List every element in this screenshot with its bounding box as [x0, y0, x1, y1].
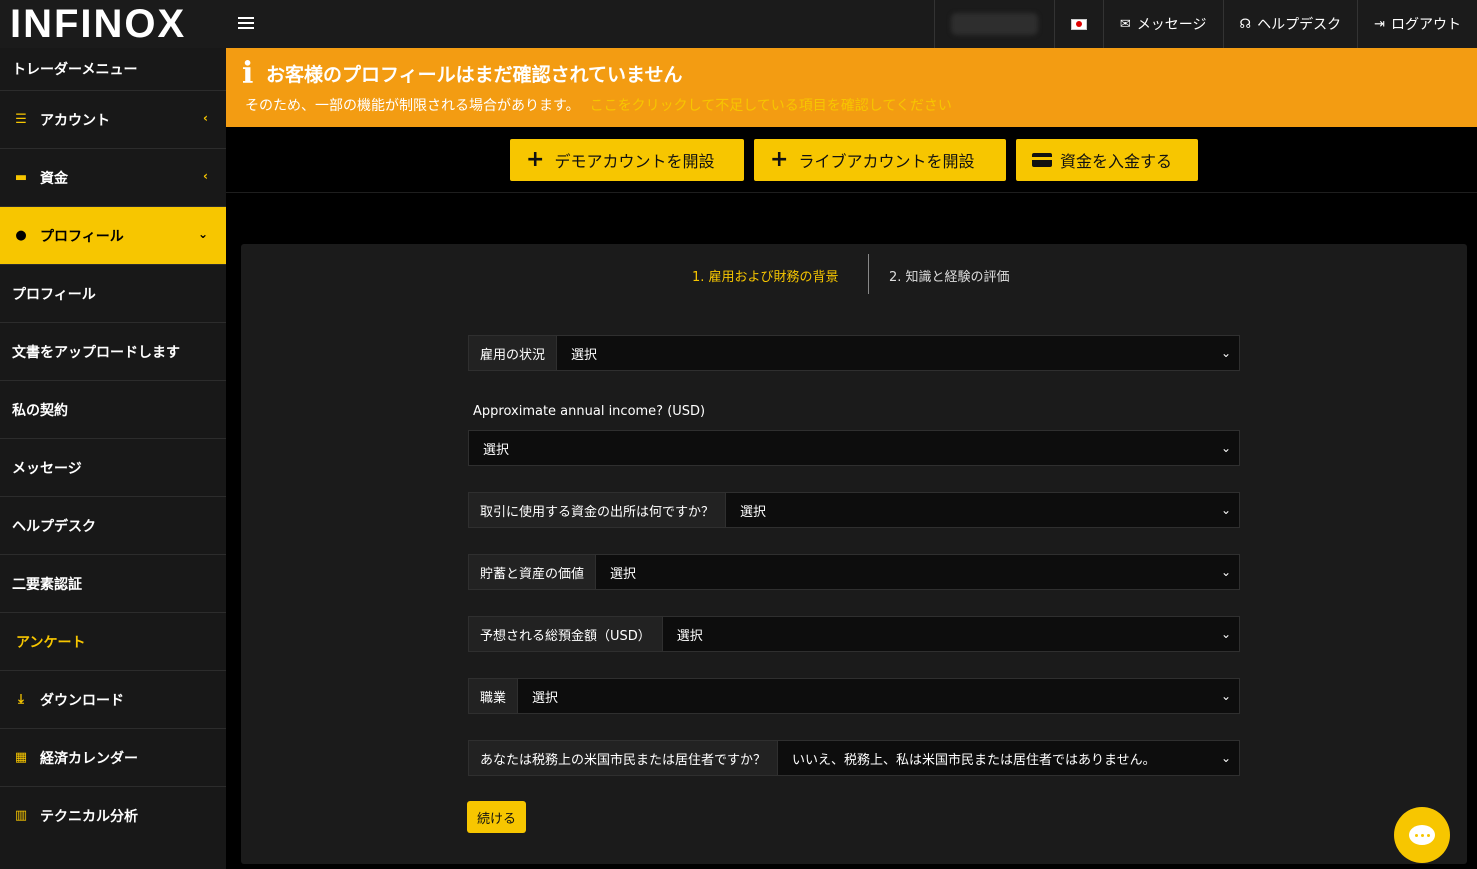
sidebar-item-upload-documents[interactable]: 文書をアップロードします: [0, 322, 226, 380]
employment-status-select[interactable]: 雇用の状況 選択 ⌄: [468, 335, 1240, 371]
user-name-blurred[interactable]: [933, 0, 1054, 48]
top-header: INFINOX ✉ メッセージ ☊ ヘルプデスク ⇥ ログアウト: [0, 0, 1477, 48]
open-demo-account-button[interactable]: + デモアカウントを開設: [510, 139, 744, 181]
chevron-left-icon: ‹: [203, 169, 208, 183]
top-nav: ✉ メッセージ ☊ ヘルプデスク ⇥ ログアウト: [933, 0, 1477, 48]
logo[interactable]: INFINOX: [10, 2, 186, 46]
sidebar-item-helpdesk[interactable]: ヘルプデスク: [0, 496, 226, 554]
sidebar-item-profile[interactable]: プロフィール: [0, 264, 226, 322]
sidebar-item-messages[interactable]: メッセージ: [0, 438, 226, 496]
plus-icon: +: [770, 147, 789, 172]
banner-link[interactable]: ここをクリックして不足している項目を確認してください: [590, 98, 952, 114]
chevron-left-icon: ‹: [203, 111, 208, 125]
user-icon: ●: [15, 228, 27, 243]
wallet-icon: ▬: [14, 170, 28, 185]
credit-card-icon: [1032, 153, 1052, 167]
sidebar-item-survey[interactable]: アンケート: [0, 612, 226, 670]
nav-logout[interactable]: ⇥ ログアウト: [1357, 0, 1477, 48]
annual-income-select[interactable]: 選択 ⌄: [468, 430, 1240, 466]
hamburger-menu-icon[interactable]: [238, 13, 254, 33]
bar-chart-icon: ▥: [14, 808, 28, 823]
sidebar: トレーダーメニュー ☰ アカウント ‹ ▬ 資金 ‹ ● プロフィール ⌄ プロ…: [0, 48, 226, 869]
profile-warning-banner: i お客様のプロフィールはまだ確認されていません そのため、一部の機能が制限され…: [226, 48, 1477, 127]
nav-helpdesk[interactable]: ☊ ヘルプデスク: [1222, 0, 1358, 48]
sidebar-title: トレーダーメニュー: [12, 62, 138, 78]
chat-bubble-icon: [1409, 825, 1435, 845]
deposit-funds-button[interactable]: 資金を入金する: [1016, 139, 1198, 181]
download-icon: ⤓: [18, 692, 24, 707]
list-icon: ☰: [15, 112, 27, 127]
banner-title: お客様のプロフィールはまだ確認されていません: [266, 64, 683, 86]
step-divider: [868, 254, 869, 294]
sidebar-item-two-factor[interactable]: 二要素認証: [0, 554, 226, 612]
sidebar-item-download[interactable]: ⤓ ダウンロード: [0, 670, 226, 728]
banner-subtitle: そのため、一部の機能が制限される場合があります。 ここをクリックして不足している項…: [245, 98, 952, 114]
occupation-select[interactable]: 職業 選択 ⌄: [468, 678, 1240, 714]
questionnaire-panel: 1. 雇用および財務の背景 2. 知識と経験の評価 雇用の状況 選択 ⌄ Appr…: [241, 244, 1467, 864]
sidebar-item-economic-calendar[interactable]: ▦ 経済カレンダー: [0, 728, 226, 786]
calendar-icon: ▦: [14, 750, 28, 765]
plus-icon: +: [526, 147, 545, 172]
sidebar-item-funds[interactable]: ▬ 資金 ‹: [0, 148, 226, 206]
chevron-down-icon: ⌄: [197, 227, 208, 241]
savings-assets-select[interactable]: 貯蓄と資産の価値 選択 ⌄: [468, 554, 1240, 590]
fund-source-select[interactable]: 取引に使用する資金の出所は何ですか？ 選択 ⌄: [468, 492, 1240, 528]
continue-button[interactable]: 続ける: [467, 801, 527, 833]
step-knowledge-experience[interactable]: 2. 知識と経験の評価: [889, 266, 1010, 285]
sidebar-item-my-contracts[interactable]: 私の契約: [0, 380, 226, 438]
sidebar-item-profile-group[interactable]: ● プロフィール ⌄: [0, 206, 226, 264]
step-employment-financial[interactable]: 1. 雇用および財務の背景: [692, 266, 839, 285]
chevron-down-icon: ⌄: [1220, 503, 1231, 517]
open-live-account-button[interactable]: + ライブアカウントを開設: [754, 139, 1006, 181]
sidebar-item-technical-analysis[interactable]: ▥ テクニカル分析: [0, 786, 226, 844]
chevron-down-icon: ⌄: [1220, 441, 1231, 455]
chat-widget-button[interactable]: [1394, 807, 1450, 863]
chevron-down-icon: ⌄: [1220, 565, 1231, 579]
chevron-down-icon: ⌄: [1220, 751, 1231, 765]
language-selector[interactable]: [1053, 0, 1103, 48]
expected-deposit-select[interactable]: 予想される総預金額（USD） 選択 ⌄: [468, 616, 1240, 652]
chevron-down-icon: ⌄: [1220, 346, 1231, 360]
step-indicator: 1. 雇用および財務の背景 2. 知識と経験の評価: [241, 254, 1467, 294]
annual-income-label: Approximate annual income? (USD): [473, 404, 706, 419]
japan-flag-icon: [1070, 18, 1087, 30]
envelope-icon: ✉: [1119, 16, 1131, 32]
chevron-down-icon: ⌄: [1220, 689, 1231, 703]
us-tax-resident-select[interactable]: あなたは税務上の米国市民または居住者ですか？ いいえ、税務上、私は米国市民または…: [468, 740, 1240, 776]
action-bar: + デモアカウントを開設 + ライブアカウントを開設 資金を入金する: [226, 127, 1477, 193]
sidebar-item-account[interactable]: ☰ アカウント ‹: [0, 90, 226, 148]
info-icon: i: [242, 56, 254, 91]
nav-messages[interactable]: ✉ メッセージ: [1102, 0, 1223, 48]
headset-icon: ☊: [1239, 16, 1252, 32]
logout-icon: ⇥: [1374, 16, 1385, 32]
chevron-down-icon: ⌄: [1220, 627, 1231, 641]
